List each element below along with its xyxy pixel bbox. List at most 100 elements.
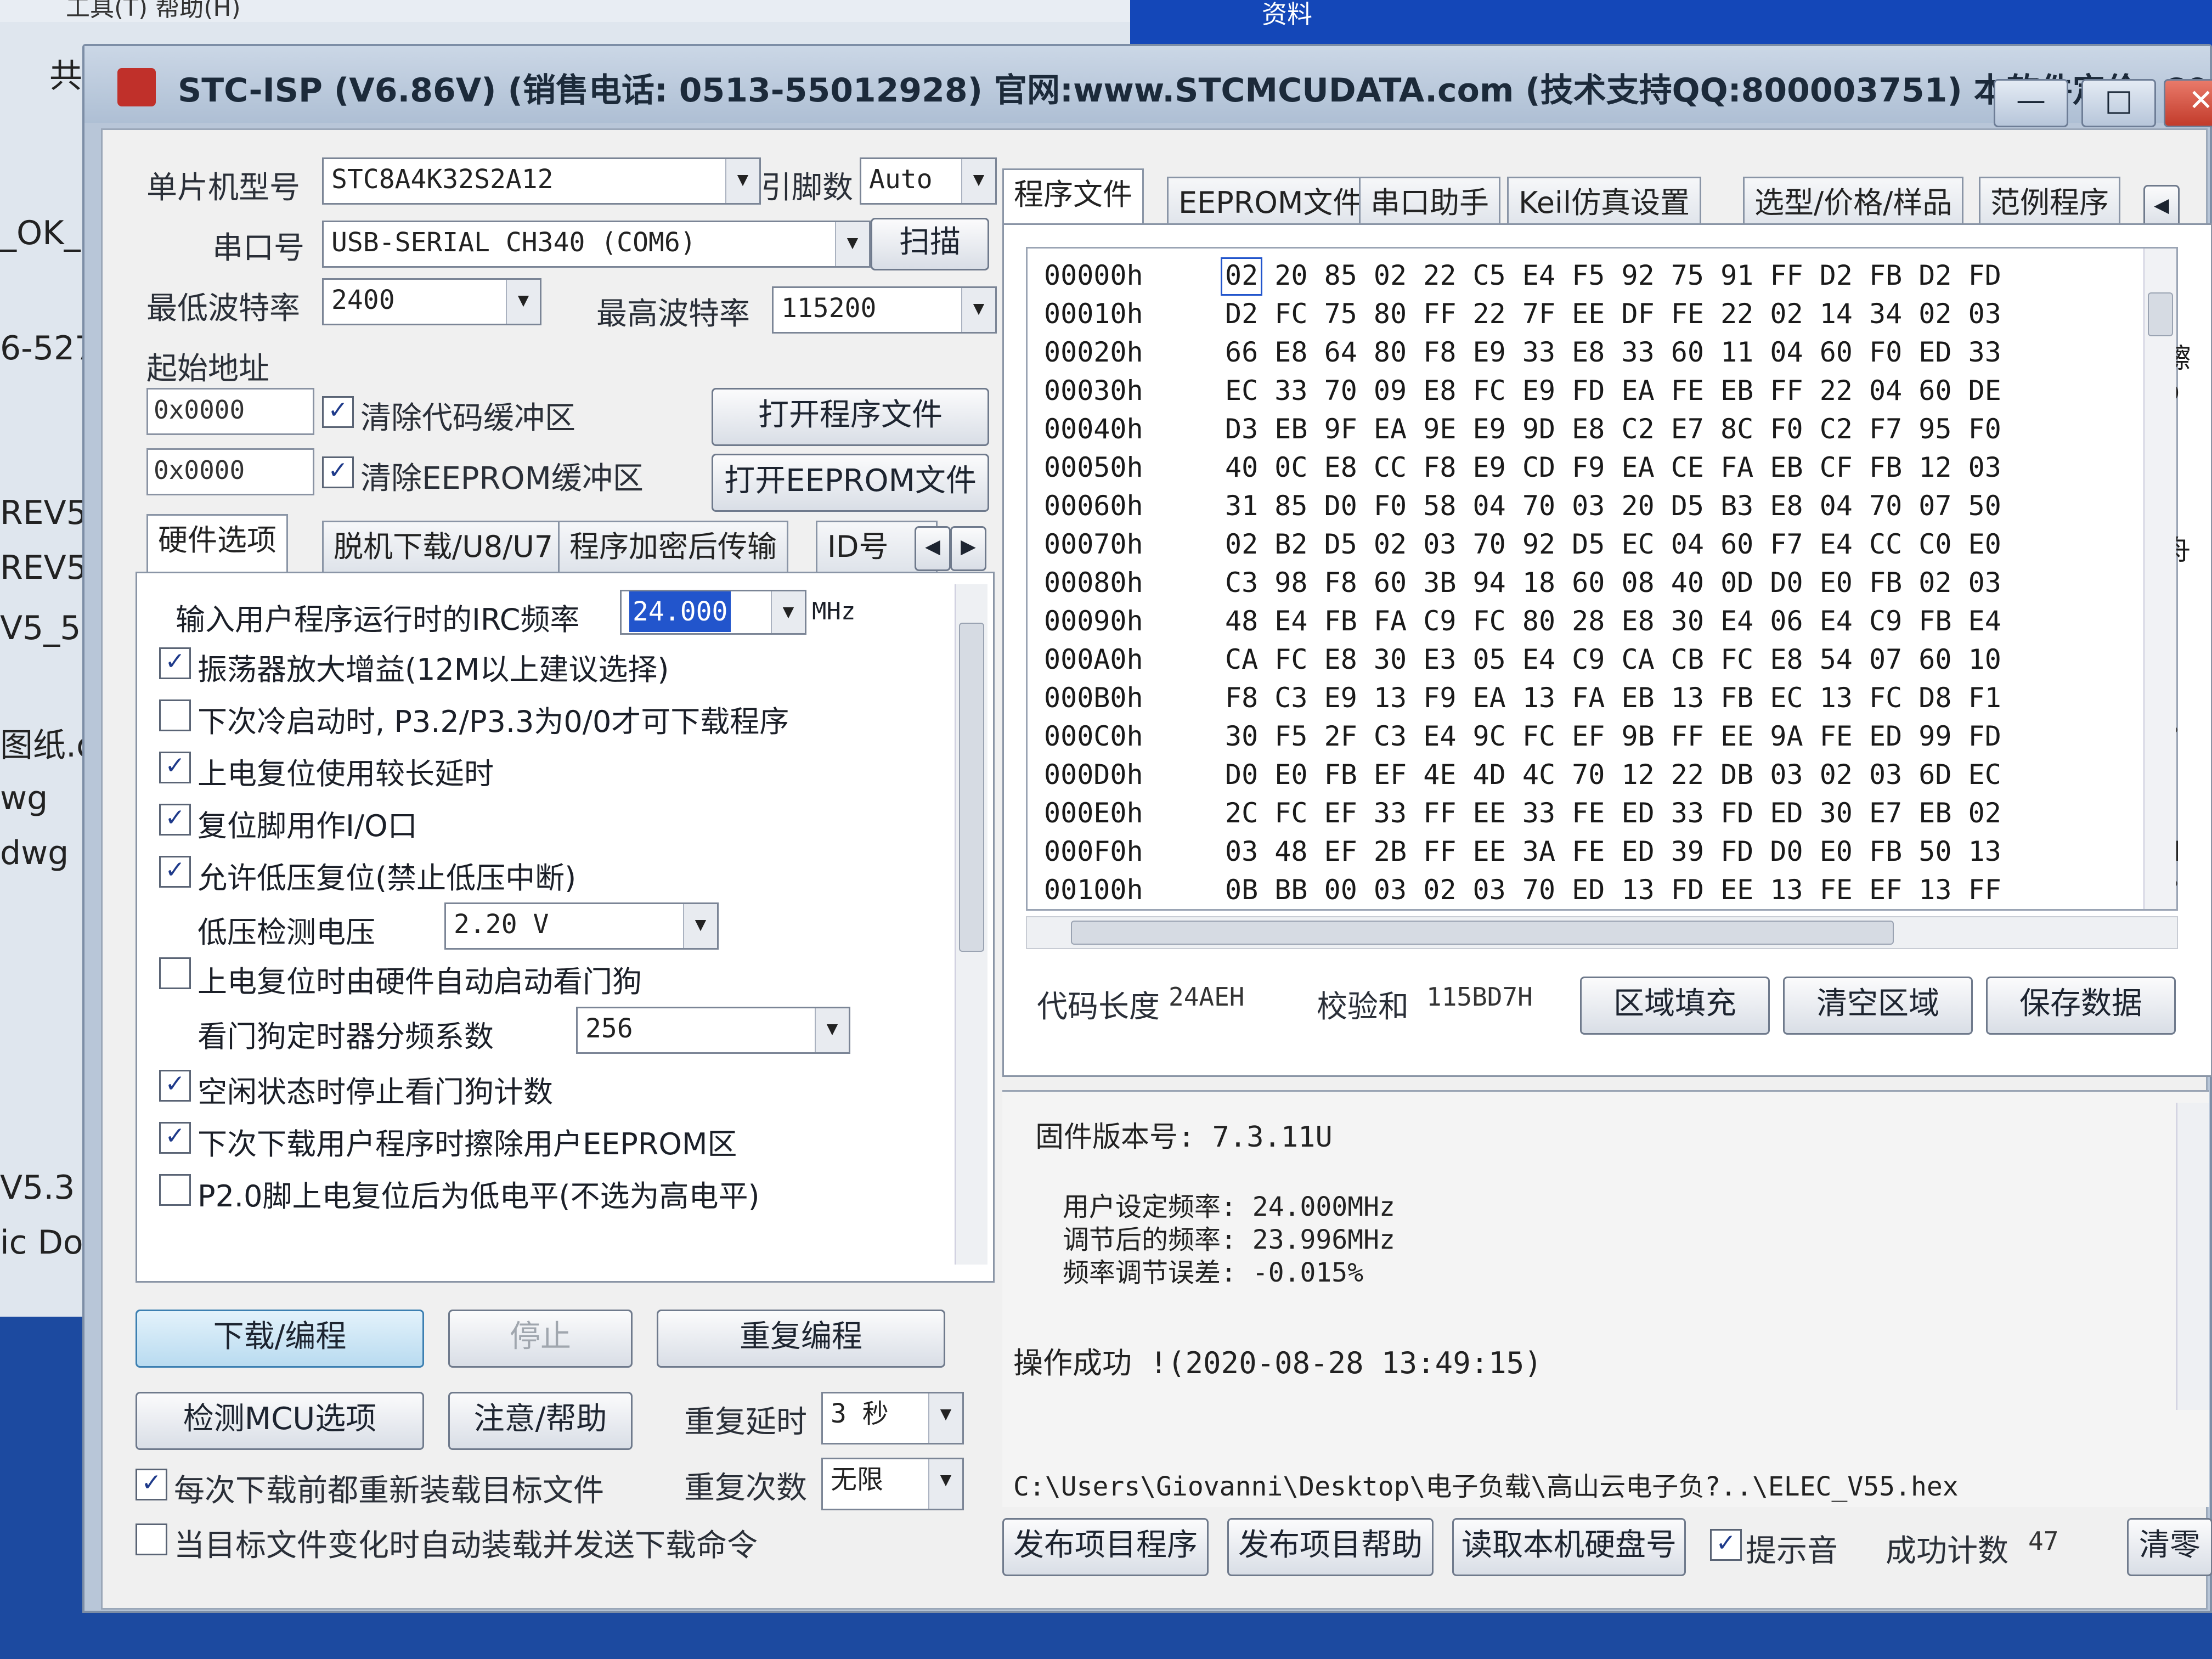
notes-help-button[interactable]: 注意/帮助: [448, 1392, 633, 1450]
hex-bytes: 0B BB 00 03 02 03 70 ED 13 FD EE 13 FE E…: [1225, 874, 2001, 906]
clear-code-buffer-checkbox[interactable]: [322, 396, 354, 428]
hex-bytes: 02 B2 D5 02 03 70 92 D5 EC 04 60 F7 E4 C…: [1225, 528, 2001, 560]
tab-scroll-right-icon[interactable]: ▶: [950, 526, 986, 571]
list-item[interactable]: 6-527: [0, 329, 95, 368]
list-item[interactable]: wg: [0, 779, 48, 817]
tab-offline-download[interactable]: 脱机下载/U8/U7: [322, 521, 565, 575]
title-bar[interactable]: STC-ISP (V6.86V) (销售电话: 0513-55012928) 官…: [84, 46, 2212, 127]
success-count-label: 成功计数: [1886, 1533, 2008, 1569]
tab-hardware-options[interactable]: 硬件选项: [146, 514, 288, 575]
low-voltage-select[interactable]: 2.20 V ▼: [444, 902, 719, 950]
minimize-button[interactable]: —: [1994, 79, 2068, 127]
option-checkbox[interactable]: [159, 856, 191, 888]
open-program-file-button[interactable]: 打开程序文件: [712, 388, 989, 446]
hex-address: 000D0h: [1044, 759, 1143, 791]
pin-count-value: Auto: [869, 164, 933, 195]
code-start-address-input[interactable]: 0x0000: [146, 388, 314, 435]
hex-rows: 00000h 02 20 85 02 22 C5 E4 F5 92 75 91 F…: [1044, 257, 2191, 906]
publish-project-help-button[interactable]: 发布项目帮助: [1227, 1518, 1434, 1576]
list-item[interactable]: V5.3: [0, 1169, 75, 1207]
pin-count-label: 引脚数: [761, 170, 853, 206]
option-label: P2.0脚上电复位后为低电平(不选为高电平): [198, 1179, 760, 1214]
hex-viewer[interactable]: 00000h 02 20 85 02 22 C5 E4 F5 92 75 91 F…: [1026, 247, 2191, 911]
list-item[interactable]: V5_5: [0, 609, 81, 647]
chevron-down-icon: ▼: [506, 280, 540, 324]
stop-button[interactable]: 停止: [448, 1310, 633, 1368]
scan-button[interactable]: 扫描: [871, 218, 989, 270]
hex-bytes: 30 F5 2F C3 E4 9C FC EF 9B FF EE 9A FE E…: [1225, 720, 2001, 752]
chevron-down-icon: ▼: [725, 159, 759, 203]
list-item[interactable]: REV5: [0, 494, 87, 532]
serial-port-select[interactable]: USB-SERIAL CH340 (COM6) ▼: [322, 221, 871, 268]
tab-program-file[interactable]: 程序文件: [1002, 168, 1144, 229]
max-baud-select[interactable]: 115200 ▼: [772, 286, 997, 334]
hex-address: 00050h: [1044, 452, 1143, 483]
option-checkbox[interactable]: [159, 1174, 191, 1206]
clear-eeprom-buffer-checkbox[interactable]: [322, 456, 354, 488]
reset-count-button[interactable]: 清零: [2127, 1518, 2212, 1576]
log-scrollbar[interactable]: [2176, 1103, 2209, 1410]
option-checkbox[interactable]: [159, 752, 191, 783]
maximize-button[interactable]: □: [2081, 79, 2156, 127]
eeprom-start-address-input[interactable]: 0x0000: [146, 448, 314, 495]
list-item[interactable]: ic Do: [0, 1223, 83, 1262]
tab-scroll-left-icon[interactable]: ◀: [915, 526, 951, 571]
wdt-auto-start-checkbox[interactable]: [159, 957, 191, 989]
auto-load-send-checkbox[interactable]: [136, 1523, 167, 1555]
option-checkbox[interactable]: [159, 804, 191, 836]
hex-bytes: D0 E0 FB EF 4E 4D 4C 70 12 22 DB 03 02 0…: [1225, 759, 2001, 791]
irc-unit: MHz: [812, 597, 856, 625]
reprogram-button[interactable]: 重复编程: [657, 1310, 945, 1368]
wdt-divider-select[interactable]: 256 ▼: [576, 1007, 850, 1054]
hex-bytes: 66 E8 64 80 F8 E9 33 E8 33 60 11 04 60 F…: [1225, 336, 2001, 368]
scrollbar-thumb[interactable]: [2148, 292, 2173, 336]
wdt-divider-value: 256: [585, 1013, 633, 1044]
mcu-type-value: STC8A4K32S2A12: [331, 164, 554, 195]
publish-project-program-button[interactable]: 发布项目程序: [1002, 1518, 1209, 1576]
list-item[interactable]: 共: [49, 49, 82, 97]
chevron-down-icon: ▼: [928, 1393, 962, 1443]
min-baud-select[interactable]: 2400 ▼: [322, 278, 541, 325]
clear-area-button[interactable]: 清空区域: [1783, 977, 1973, 1035]
list-item[interactable]: _OK_: [0, 214, 81, 252]
checksum-value: 115BD7H: [1426, 982, 1533, 1012]
stc-isp-window: STC-ISP (V6.86V) (销售电话: 0513-55012928) 官…: [82, 44, 2212, 1613]
hex-bytes: 48 E4 FB FA C9 FC 80 28 E8 30 E4 06 E4 C…: [1225, 605, 2001, 637]
options-scrollbar[interactable]: [955, 584, 988, 1265]
scrollbar-thumb[interactable]: [959, 623, 984, 952]
check-mcu-options-button[interactable]: 检测MCU选项: [136, 1392, 424, 1450]
repeat-count-select[interactable]: 无限 ▼: [821, 1458, 964, 1510]
hex-vertical-scrollbar[interactable]: [2143, 249, 2176, 909]
hex-address: 00090h: [1044, 605, 1143, 637]
chevron-down-icon: ▼: [815, 1008, 849, 1052]
option-checkbox[interactable]: [159, 647, 191, 679]
pin-count-select[interactable]: Auto ▼: [860, 157, 997, 205]
hex-horizontal-scrollbar[interactable]: [1026, 916, 2178, 949]
hex-address: 00030h: [1044, 375, 1143, 407]
tab-encrypted-transfer[interactable]: 程序加密后传输: [558, 521, 788, 575]
irc-frequency-label: 输入用户程序运行时的IRC频率: [176, 602, 580, 637]
hex-bytes: 31 85 D0 F0 58 04 70 03 20 D5 B3 E8 04 7…: [1225, 490, 2001, 522]
reload-target-file-checkbox[interactable]: [136, 1469, 167, 1500]
download-program-button[interactable]: 下载/编程: [136, 1310, 424, 1368]
background-title: 资料: [1262, 0, 1312, 29]
open-eeprom-file-button[interactable]: 打开EEPROM文件: [712, 454, 989, 512]
close-button[interactable]: ✕: [2164, 79, 2212, 127]
scrollbar-thumb[interactable]: [1071, 921, 1894, 945]
option-label: 振荡器放大增益(12M以上建议选择): [198, 652, 669, 687]
repeat-delay-select[interactable]: 3 秒 ▼: [821, 1392, 964, 1444]
mcu-type-select[interactable]: STC8A4K32S2A12 ▼: [322, 157, 761, 205]
hex-address: 000E0h: [1044, 797, 1143, 829]
list-item[interactable]: REV5: [0, 549, 87, 587]
read-disk-id-button[interactable]: 读取本机硬盘号: [1452, 1518, 1686, 1576]
option-checkbox[interactable]: [159, 699, 191, 731]
option-checkbox[interactable]: [159, 1122, 191, 1154]
option-checkbox[interactable]: [159, 1070, 191, 1102]
irc-frequency-select[interactable]: 24.000 ▼: [620, 590, 806, 635]
max-baud-label: 最高波特率: [596, 296, 750, 332]
area-fill-button[interactable]: 区域填充: [1580, 977, 1770, 1035]
save-data-button[interactable]: 保存数据: [1986, 977, 2176, 1035]
beep-checkbox[interactable]: [1710, 1529, 1742, 1561]
list-item[interactable]: dwg: [0, 834, 69, 872]
hex-address: 000A0h: [1044, 644, 1143, 675]
